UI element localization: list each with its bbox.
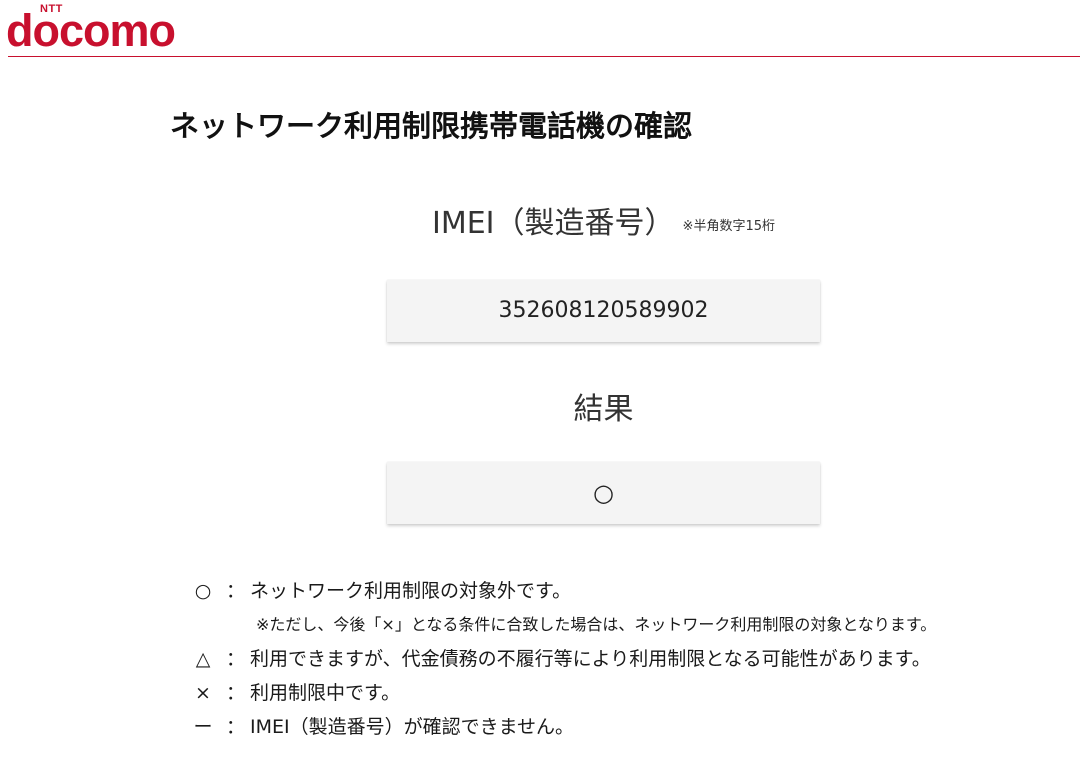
- result-legend: ○ ： ネットワーク利用制限の対象外です。 ※ただし、今後「×」となる条件に合致…: [188, 574, 1068, 744]
- logo-docomo-text: docomo: [6, 5, 176, 56]
- docomo-logo[interactable]: NTT docomo: [6, 2, 196, 56]
- legend-note: ※ただし、今後「×」となる条件に合致した場合は、ネットワーク利用制限の対象となり…: [256, 615, 937, 634]
- legend-separator: ：: [226, 716, 246, 738]
- header-divider: [8, 56, 1080, 57]
- result-value-field: ○: [387, 462, 820, 524]
- cross-symbol: ×: [195, 682, 211, 704]
- legend-separator: ：: [226, 648, 246, 670]
- legend-text: 利用制限中です。: [250, 682, 401, 704]
- circle-symbol: ○: [194, 580, 212, 602]
- legend-text: ネットワーク利用制限の対象外です。: [250, 580, 572, 602]
- legend-text: 利用できますが、代金債務の不履行等により利用制限となる可能性があります。: [250, 648, 931, 670]
- triangle-symbol: △: [195, 648, 211, 670]
- legend-text: IMEI（製造番号）が確認できません。: [250, 716, 575, 738]
- legend-separator: ：: [226, 682, 246, 704]
- page-title: ネットワーク利用制限携帯電話機の確認: [170, 109, 693, 143]
- legend-item-unconfirmed: ー ： IMEI（製造番号）が確認できません。: [188, 710, 1068, 744]
- imei-heading: IMEI（製造番号） ※半角数字15桁: [387, 202, 820, 249]
- legend-item-possible-restriction: △ ： 利用できますが、代金債務の不履行等により利用制限となる可能性があります。: [188, 642, 1068, 676]
- dash-symbol: ー: [193, 716, 213, 738]
- imei-note: ※半角数字15桁: [682, 219, 775, 234]
- legend-separator: ：: [226, 580, 246, 602]
- imei-value-field[interactable]: 352608120589902: [387, 280, 820, 342]
- legend-item-restricted: × ： 利用制限中です。: [188, 676, 1068, 710]
- imei-label: IMEI（製造番号）: [432, 206, 675, 241]
- legend-item-unrestricted: ○ ： ネットワーク利用制限の対象外です。: [188, 574, 1068, 608]
- result-heading: 結果: [573, 392, 634, 427]
- page-header: NTT docomo: [0, 0, 1080, 58]
